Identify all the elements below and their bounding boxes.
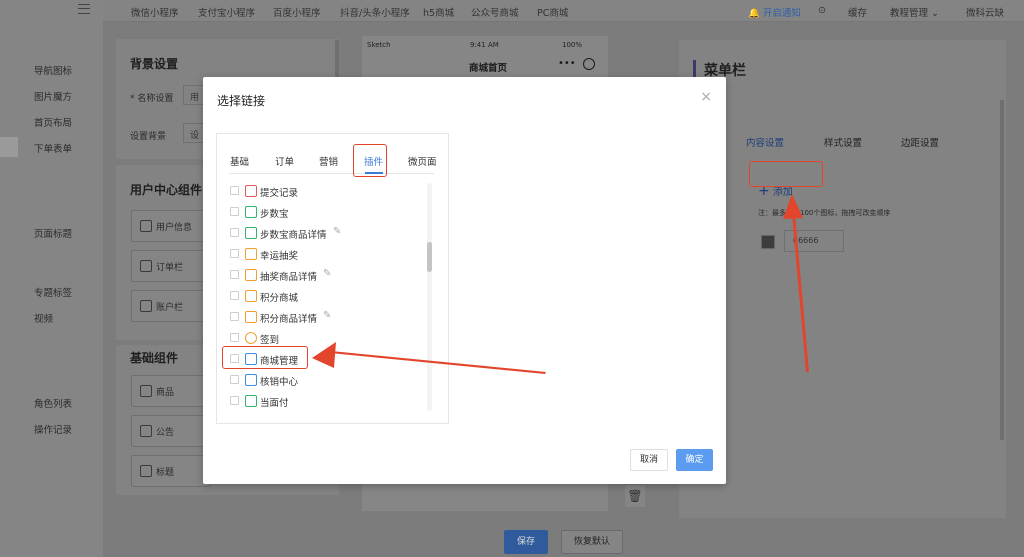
arrow-to-add-button [792,214,809,372]
arrow-to-store-manage [330,351,546,374]
arrow-head-up [783,194,803,219]
arrow-head-left [312,342,336,368]
annotation-arrows [312,194,809,374]
